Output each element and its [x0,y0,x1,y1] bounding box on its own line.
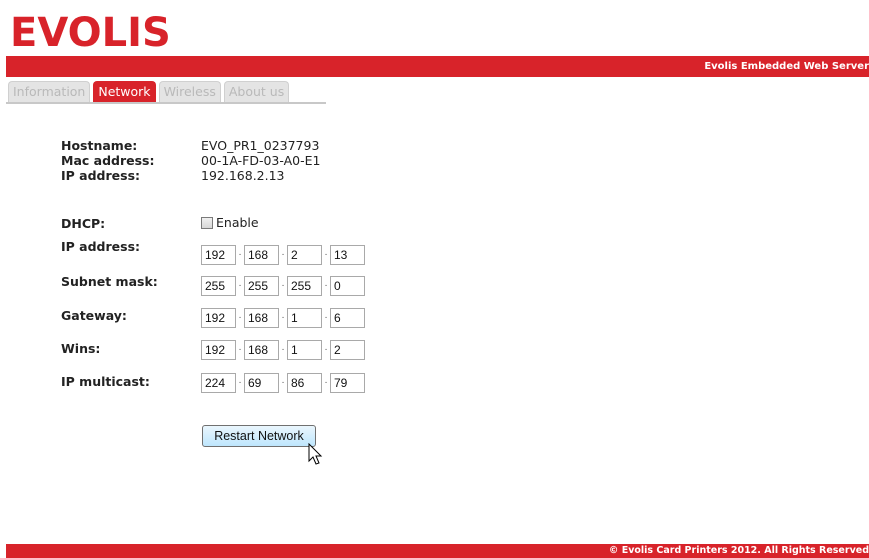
ip-address-octet-4[interactable]: 13 [330,245,365,265]
octet-separator: · [238,344,242,355]
subnet-mask-octet-4[interactable]: 0 [330,276,365,296]
ip-label: IP address: [61,168,141,183]
ip-multicast-label: IP multicast: [61,374,150,389]
gateway-octet-4[interactable]: 6 [330,308,365,328]
dhcp-label: DHCP: [61,216,106,231]
ip-multicast-octet-3[interactable]: 86 [287,373,322,393]
hostname-value: EVO_PR1_0237793 [201,138,320,153]
ip-address-input: 192 · 168 · 2 · 13 [201,245,365,265]
hostname-label: Hostname: [61,138,138,153]
mac-row: Mac address: 00-1A-FD-03-A0-E1 [61,153,321,168]
gateway-input: 192 · 168 · 1 · 6 [201,308,365,328]
ip-address-octet-3[interactable]: 2 [287,245,322,265]
ip-row: IP address: 192.168.2.13 [61,168,321,183]
device-info: Hostname: EVO_PR1_0237793 Mac address: 0… [61,138,321,183]
ip-value: 192.168.2.13 [201,168,285,183]
wins-input: 192 · 168 · 1 · 2 [201,340,365,360]
ip-multicast-octet-4[interactable]: 79 [330,373,365,393]
ip-multicast-octet-1[interactable]: 224 [201,373,236,393]
wins-label: Wins: [61,341,101,356]
tab-bar: Information Network Wireless About us [8,81,292,103]
octet-separator: · [238,377,242,388]
octet-separator: · [324,249,328,260]
tab-information[interactable]: Information [8,81,91,102]
subnet-mask-octet-3[interactable]: 255 [287,276,322,296]
ip-address-octet-1[interactable]: 192 [201,245,236,265]
evolis-logo-mark: EVOLIS [10,10,171,56]
tab-about-us[interactable]: About us [223,81,290,102]
octet-separator: · [281,377,285,388]
ip-multicast-octet-2[interactable]: 69 [244,373,279,393]
octet-separator: · [324,377,328,388]
restart-network-button[interactable]: Restart Network [202,425,316,447]
wins-octet-4[interactable]: 2 [330,340,365,360]
subnet-mask-input: 255 · 255 · 255 · 0 [201,276,365,296]
octet-separator: · [238,280,242,291]
mouse-pointer-icon [308,443,323,465]
tab-network[interactable]: Network [93,81,156,102]
ip-address-octet-2[interactable]: 168 [244,245,279,265]
subnet-mask-octet-2[interactable]: 255 [244,276,279,296]
gateway-octet-3[interactable]: 1 [287,308,322,328]
server-title: Evolis Embedded Web Server [704,61,869,72]
gateway-label: Gateway: [61,308,127,323]
gateway-octet-2[interactable]: 168 [244,308,279,328]
wins-octet-3[interactable]: 1 [287,340,322,360]
evolis-logo: EVOLIS [10,10,210,56]
gateway-octet-1[interactable]: 192 [201,308,236,328]
octet-separator: · [281,344,285,355]
subnet-mask-label: Subnet mask: [61,274,158,289]
octet-separator: · [281,312,285,323]
dhcp-enable-label[interactable]: Enable [216,215,259,230]
footer-bar: © Evolis Card Printers 2012. All Rights … [6,544,869,558]
copyright-text: © Evolis Card Printers 2012. All Rights … [608,545,869,556]
wins-octet-2[interactable]: 168 [244,340,279,360]
dhcp-enable-control[interactable]: Enable [201,215,259,230]
octet-separator: · [324,280,328,291]
octet-separator: · [324,344,328,355]
dhcp-enable-checkbox[interactable] [201,216,213,229]
subnet-mask-octet-1[interactable]: 255 [201,276,236,296]
header-bar: Evolis Embedded Web Server [6,56,869,77]
ip-multicast-input: 224 · 69 · 86 · 79 [201,373,365,393]
ip-address-label: IP address: [61,239,141,254]
octet-separator: · [281,249,285,260]
wins-octet-1[interactable]: 192 [201,340,236,360]
octet-separator: · [238,312,242,323]
octet-separator: · [238,249,242,260]
octet-separator: · [324,312,328,323]
hostname-row: Hostname: EVO_PR1_0237793 [61,138,321,153]
octet-separator: · [281,280,285,291]
tab-wireless[interactable]: Wireless [158,81,221,102]
logo-text: EVOLIS [10,12,171,50]
mac-value: 00-1A-FD-03-A0-E1 [201,153,321,168]
tab-underline [6,102,326,104]
mac-label: Mac address: [61,153,155,168]
